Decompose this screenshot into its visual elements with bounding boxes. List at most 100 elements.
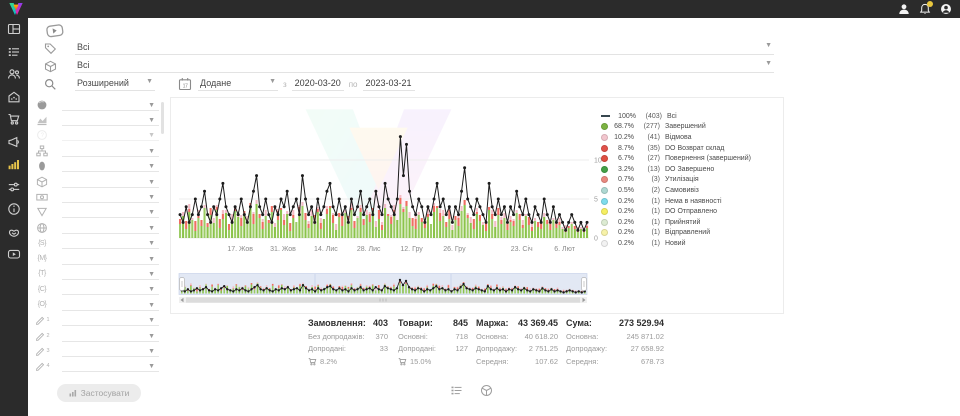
stat-value: 273 529.94 bbox=[619, 318, 664, 328]
statistics-icon bbox=[7, 157, 21, 171]
sidebar-item-statistics[interactable] bbox=[0, 153, 28, 176]
svg-text:0: 0 bbox=[594, 236, 598, 243]
legend-item[interactable]: 0.2%(1)Відправлений bbox=[601, 228, 779, 239]
app-logo-icon[interactable] bbox=[8, 2, 24, 16]
legend-percent: 0.2% bbox=[608, 208, 634, 215]
legend-label: Відправлений bbox=[665, 229, 710, 236]
minimap-handle-right[interactable] bbox=[582, 278, 587, 291]
filter-select-10[interactable]: ▼ bbox=[62, 237, 159, 249]
apply-button[interactable]: Застосувати bbox=[57, 384, 142, 402]
filter-select-17[interactable]: ▼ bbox=[62, 345, 159, 357]
legend-item[interactable]: 6.7%(27)Повернення (завершений) bbox=[601, 153, 779, 164]
sidebar-item-marketing[interactable] bbox=[0, 131, 28, 154]
filter-select-9[interactable]: ▼ bbox=[62, 222, 159, 234]
sidebar-item-settings-sliders[interactable] bbox=[0, 176, 28, 199]
minimap-handle-left[interactable] bbox=[180, 278, 185, 291]
panel-scrollbar[interactable] bbox=[161, 102, 164, 134]
products-icon[interactable] bbox=[480, 384, 493, 397]
filter-select-8[interactable]: ▼ bbox=[62, 206, 159, 218]
legend-count: (1) bbox=[634, 198, 660, 205]
filter-row: {O}▼ bbox=[28, 297, 170, 312]
filter-select-5[interactable]: ▼ bbox=[62, 160, 159, 172]
legend-item[interactable]: 3.2%(13)DO Завершено bbox=[601, 164, 779, 175]
calendar-icon[interactable]: 17 bbox=[177, 77, 192, 91]
filter-select-2[interactable]: ▼ bbox=[62, 114, 159, 126]
help-icon: ? bbox=[35, 129, 49, 141]
date-to-input[interactable]: 2023-03-21 bbox=[363, 78, 415, 91]
date-to-label: по bbox=[349, 80, 358, 89]
chevron-down-icon: ▼ bbox=[148, 256, 155, 264]
legend-item[interactable]: 0.2%(1)Новий bbox=[601, 238, 779, 249]
filter-select-3[interactable]: ▼ bbox=[62, 129, 159, 141]
date-field-value: Додане bbox=[200, 78, 231, 88]
minimap-scrollbar[interactable] bbox=[179, 297, 587, 303]
stat-title: Сума: bbox=[566, 318, 592, 328]
filter-row: ▼ bbox=[28, 112, 170, 127]
filter-select-1[interactable]: ▼ bbox=[62, 99, 159, 111]
filter-row: 1▼ bbox=[28, 312, 170, 327]
orders-list-icon[interactable] bbox=[450, 384, 463, 397]
filter-select-14[interactable]: ▼ bbox=[62, 299, 159, 311]
filter-select-6[interactable]: ▼ bbox=[62, 176, 159, 188]
legend-item[interactable]: 0.5%(2)Самовивіз bbox=[601, 185, 779, 196]
legend-item[interactable]: 0.2%(1)DO Отправлено bbox=[601, 206, 779, 217]
filter-select-7[interactable]: ▼ bbox=[62, 191, 159, 203]
legend-marker bbox=[601, 240, 608, 247]
notifications-icon[interactable] bbox=[919, 3, 931, 15]
sidebar-item-info[interactable] bbox=[0, 198, 28, 221]
sidebar-item-orders-list[interactable] bbox=[0, 41, 28, 64]
stat-title: Маржа: bbox=[476, 318, 508, 328]
legend-item[interactable]: 0.2%(1)Прийнятий bbox=[601, 217, 779, 228]
chart-minimap[interactable] bbox=[177, 273, 591, 305]
account-icon[interactable] bbox=[940, 3, 952, 15]
date-from-input[interactable]: 2020-03-20 bbox=[292, 78, 344, 91]
filter-select-18[interactable]: ▼ bbox=[62, 360, 159, 372]
stat-sub-label: Основні: bbox=[398, 332, 428, 341]
filter-select-11[interactable]: ▼ bbox=[62, 253, 159, 265]
date-from-label: з bbox=[283, 80, 287, 89]
legend-marker bbox=[601, 187, 608, 194]
stat-sub-label: Основна: bbox=[476, 332, 508, 341]
chart-card: 051017. Жов31. Жов14. Лис28. Лис12. Гру2… bbox=[170, 97, 784, 314]
product-select[interactable]: Всі ▼ bbox=[75, 60, 774, 73]
status-group-select[interactable]: Всі ▼ bbox=[75, 42, 774, 55]
legend-percent: 68.7% bbox=[608, 123, 634, 130]
stat-column: Сума:273 529.94Основна:245 871.02Допрода… bbox=[566, 318, 664, 366]
user-icon[interactable] bbox=[898, 3, 910, 15]
orders-chart: 051017. Жов31. Жов14. Лис28. Лис12. Гру2… bbox=[177, 102, 609, 257]
filter-select-12[interactable]: ▼ bbox=[62, 268, 159, 280]
date-field-select[interactable]: Додане ▼ bbox=[198, 78, 278, 91]
custom-field-4-icon: 4 bbox=[35, 360, 49, 372]
legend-item[interactable]: 8.7%(35)DO Возврат склад bbox=[601, 143, 779, 154]
legend-item[interactable]: 68.7%(277)Завершений bbox=[601, 122, 779, 133]
legend-item[interactable]: 10.2%(41)Відмова bbox=[601, 132, 779, 143]
legend-percent: 0.2% bbox=[608, 219, 634, 226]
svg-text:17: 17 bbox=[182, 84, 187, 90]
search-icon[interactable] bbox=[43, 78, 57, 91]
svg-text:17. Жов: 17. Жов bbox=[227, 246, 253, 253]
legend-label: Нема в наявності bbox=[665, 198, 722, 205]
sidebar-item-store[interactable] bbox=[0, 86, 28, 109]
info-icon bbox=[7, 202, 21, 216]
pipeline-icon[interactable] bbox=[44, 22, 66, 39]
legend-item[interactable]: 0.7%(3)Утилізація bbox=[601, 175, 779, 186]
filter-select-16[interactable]: ▼ bbox=[62, 330, 159, 342]
svg-text:12. Гру: 12. Гру bbox=[400, 246, 423, 253]
search-mode-select[interactable]: Розширений ▼ bbox=[75, 78, 155, 91]
sidebar-item-cart[interactable] bbox=[0, 108, 28, 131]
box-icon bbox=[35, 176, 49, 188]
sidebar-item-dashboard[interactable] bbox=[0, 18, 28, 41]
sidebar-item-users[interactable] bbox=[0, 63, 28, 86]
filter-select-15[interactable]: ▼ bbox=[62, 314, 159, 326]
legend-item[interactable]: 100%(403)Всі bbox=[601, 111, 779, 122]
stat-sub-label: Допродажу: bbox=[476, 344, 517, 353]
svg-text:5: 5 bbox=[594, 197, 598, 204]
legend-item[interactable]: 0.2%(1)Нема в наявності bbox=[601, 196, 779, 207]
sidebar-item-partners[interactable] bbox=[0, 221, 28, 244]
chevron-down-icon: ▼ bbox=[148, 317, 155, 325]
filter-select-13[interactable]: ▼ bbox=[62, 283, 159, 295]
sidebar-item-video[interactable] bbox=[0, 243, 28, 266]
filter-panel: ▼▼?▼▼▼▼▼▼▼{S}▼{M}▼{T}▼{C}▼{O}▼1▼2▼3▼4▼За… bbox=[28, 97, 170, 402]
filter-select-4[interactable]: ▼ bbox=[62, 145, 159, 157]
legend-marker bbox=[601, 123, 608, 130]
